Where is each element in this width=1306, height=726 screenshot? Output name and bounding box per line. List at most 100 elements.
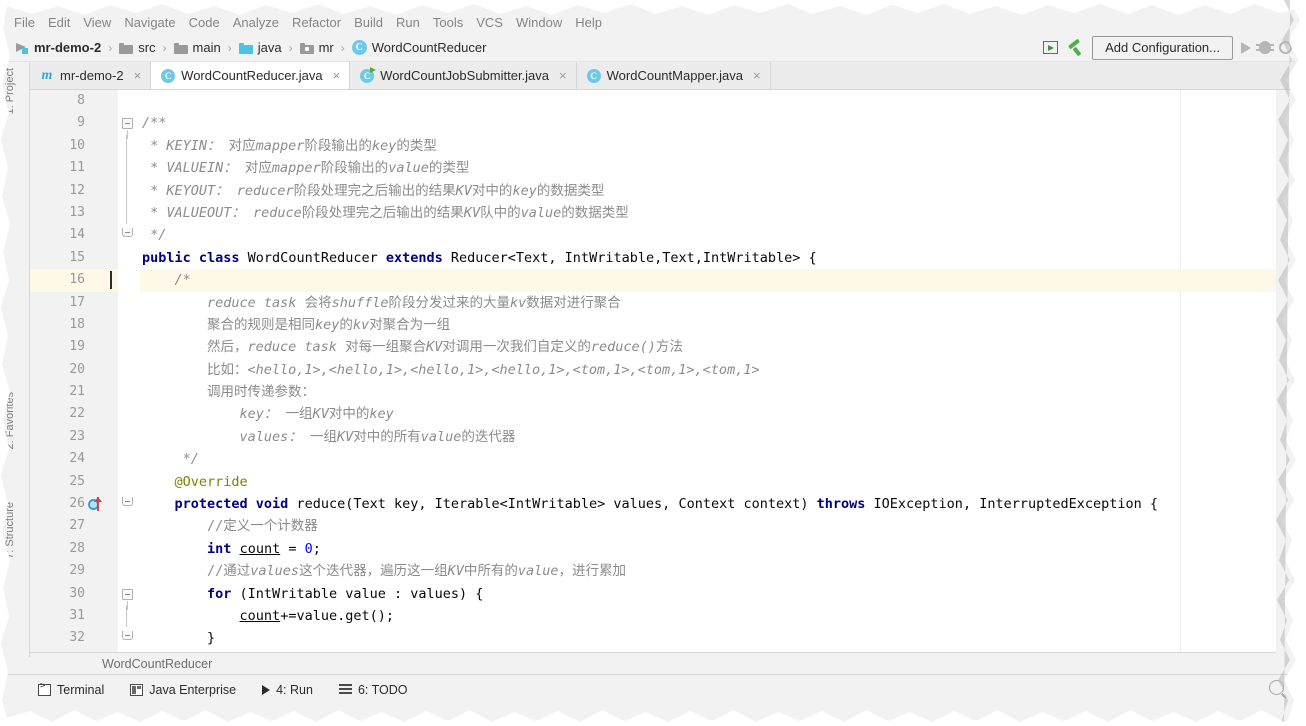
code-text[interactable] bbox=[140, 90, 1276, 112]
bottom-item-run[interactable]: 4: Run bbox=[262, 683, 313, 697]
code-text[interactable]: /** bbox=[140, 112, 1276, 134]
code-line[interactable]: 9 /** bbox=[30, 112, 1276, 140]
code-text[interactable]: 聚合的规则是相同key的kv对聚合为一组 bbox=[140, 314, 1276, 336]
code-line[interactable]: 29 //通过values这个迭代器，遍历这一组KV中所有的value，进行累加 bbox=[30, 560, 1276, 583]
fold-gutter[interactable] bbox=[118, 224, 140, 246]
fold-end-icon[interactable] bbox=[122, 228, 133, 238]
fold-gutter[interactable] bbox=[118, 604, 140, 628]
code-text[interactable]: @Override bbox=[140, 471, 1276, 493]
code-line[interactable]: 27 //定义一个计数器 bbox=[30, 515, 1276, 538]
bottom-item-java-enterprise[interactable]: Java Enterprise bbox=[130, 683, 236, 697]
code-text[interactable]: 调用时传递参数： bbox=[140, 381, 1276, 403]
code-text[interactable]: //通过values这个迭代器，遍历这一组KV中所有的value，进行累加 bbox=[140, 560, 1276, 582]
code-text[interactable]: 然后，reduce task 对每一组聚合KV对调用一次我们自定义的reduce… bbox=[140, 336, 1276, 358]
menu-item-navigate[interactable]: Navigate bbox=[124, 15, 184, 32]
fold-gutter[interactable] bbox=[118, 247, 140, 269]
fold-gutter[interactable] bbox=[118, 90, 140, 112]
fold-collapse-icon[interactable] bbox=[122, 118, 133, 140]
override-method-icon[interactable] bbox=[88, 497, 104, 512]
breadcrumb-item-project[interactable]: mr-demo-2 bbox=[16, 40, 101, 55]
menu-item-code[interactable]: Code bbox=[189, 15, 229, 32]
close-icon[interactable]: × bbox=[559, 68, 567, 83]
add-configuration-button[interactable]: Add Configuration... bbox=[1092, 35, 1233, 60]
menu-item-window[interactable]: Window bbox=[516, 15, 571, 32]
code-line[interactable]: 11 * VALUEIN： 对应mapper阶段输出的value的类型 bbox=[30, 157, 1276, 180]
fold-gutter[interactable] bbox=[118, 538, 140, 560]
code-line[interactable]: 12 * KEYOUT： reducer阶段处理完之后输出的结果KV对中的key… bbox=[30, 179, 1276, 202]
code-line[interactable]: 21 调用时传递参数： bbox=[30, 381, 1276, 404]
code-editor[interactable]: 8 9/** 10 * KEYIN： 对应mapper阶段输出的key的类型 11 … bbox=[30, 90, 1276, 652]
fold-gutter[interactable] bbox=[118, 292, 140, 314]
editor-breadcrumb[interactable]: WordCountReducer bbox=[30, 652, 1276, 674]
code-text[interactable]: /* bbox=[110, 269, 1276, 292]
hammer-icon[interactable] bbox=[1066, 39, 1084, 57]
code-text[interactable]: protected void reduce(Text key, Iterable… bbox=[140, 493, 1276, 515]
code-text[interactable]: * VALUEOUT： reduce阶段处理完之后输出的结果KV队中的value… bbox=[140, 202, 1276, 224]
menu-item-run[interactable]: Run bbox=[396, 15, 429, 32]
code-line[interactable]: 13 * VALUEOUT： reduce阶段处理完之后输出的结果KV队中的va… bbox=[30, 201, 1276, 225]
fold-gutter[interactable] bbox=[118, 515, 140, 537]
tab-mr-demo-2[interactable]: m mr-demo-2 × bbox=[30, 62, 152, 89]
code-line[interactable]: 26 protected void reduce(Text key, Itera… bbox=[30, 493, 1276, 516]
code-line[interactable]: 25 @Override bbox=[30, 470, 1276, 494]
code-line[interactable]: 8 bbox=[30, 90, 1276, 113]
fold-gutter[interactable] bbox=[118, 134, 140, 158]
menu-item-edit[interactable]: Edit bbox=[48, 15, 79, 32]
menu-item-tools[interactable]: Tools bbox=[433, 15, 472, 32]
bottom-item-terminal[interactable]: Terminal bbox=[38, 681, 104, 697]
fold-gutter[interactable] bbox=[118, 157, 140, 180]
code-text[interactable]: * VALUEIN： 对应mapper阶段输出的value的类型 bbox=[140, 157, 1276, 179]
menu-item-analyze[interactable]: Analyze bbox=[233, 15, 288, 32]
code-line[interactable]: 32 } bbox=[30, 627, 1276, 650]
breadcrumb-item-src[interactable]: src bbox=[119, 40, 156, 55]
fold-gutter[interactable] bbox=[118, 403, 140, 425]
run-configuration-icon[interactable] bbox=[1043, 41, 1059, 54]
code-text[interactable]: * KEYOUT： reducer阶段处理完之后输出的结果KV对中的key的数据… bbox=[140, 180, 1276, 202]
fold-end-icon[interactable] bbox=[122, 497, 133, 507]
fold-gutter[interactable] bbox=[118, 471, 140, 493]
close-icon[interactable]: × bbox=[333, 68, 341, 83]
code-line[interactable]: 10 * KEYIN： 对应mapper阶段输出的key的类型 bbox=[30, 134, 1276, 158]
code-line[interactable]: 19 然后，reduce task 对每一组聚合KV对调用一次我们自定义的red… bbox=[30, 336, 1276, 359]
code-text[interactable]: */ bbox=[140, 448, 1276, 470]
code-line[interactable]: 24 */ bbox=[30, 448, 1276, 471]
code-text[interactable]: int count = 0; bbox=[140, 538, 1276, 560]
code-line[interactable]: 22 key： 一组KV对中的key bbox=[30, 403, 1276, 426]
code-text[interactable]: values： 一组KV对中的所有value的迭代器 bbox=[140, 426, 1276, 448]
bottom-item-todo[interactable]: 6: TODO bbox=[338, 683, 408, 697]
code-text[interactable]: 比如：<hello,1>,<hello,1>,<hello,1>,<hello,… bbox=[140, 359, 1276, 381]
code-text[interactable]: * KEYIN： 对应mapper阶段输出的key的类型 bbox=[140, 135, 1276, 157]
tab-wordcountjobsubmitter[interactable]: C WordCountJobSubmitter.java × bbox=[350, 62, 577, 89]
bug-icon[interactable] bbox=[1256, 41, 1274, 54]
code-content[interactable]: 8 9/** 10 * KEYIN： 对应mapper阶段输出的key的类型 11 … bbox=[30, 90, 1276, 652]
menu-item-vcs[interactable]: VCS bbox=[476, 15, 512, 32]
code-line[interactable]: 16 /* bbox=[30, 269, 1276, 292]
fold-gutter[interactable] bbox=[118, 336, 140, 358]
fold-gutter[interactable] bbox=[118, 112, 140, 140]
fold-gutter[interactable] bbox=[118, 493, 140, 515]
play-icon[interactable] bbox=[1241, 41, 1251, 54]
fold-collapse-icon[interactable] bbox=[122, 588, 133, 610]
code-text[interactable]: */ bbox=[140, 224, 1276, 246]
fold-gutter[interactable] bbox=[118, 314, 140, 336]
breadcrumb-item-class[interactable]: C WordCountReducer bbox=[351, 40, 486, 55]
code-text[interactable]: } bbox=[140, 627, 1276, 649]
search-everywhere-icon[interactable] bbox=[1269, 680, 1284, 695]
close-icon[interactable]: × bbox=[134, 68, 142, 83]
code-text[interactable]: key： 一组KV对中的key bbox=[140, 403, 1276, 425]
menu-item-help[interactable]: Help bbox=[575, 15, 611, 32]
code-line[interactable]: 18 聚合的规则是相同key的kv对聚合为一组 bbox=[30, 313, 1276, 337]
tab-wordcountmapper[interactable]: C WordCountMapper.java × bbox=[576, 62, 771, 89]
code-line[interactable]: 15 public class WordCountReducer extends … bbox=[30, 246, 1276, 270]
code-line[interactable]: 28 int count = 0; bbox=[30, 537, 1276, 561]
code-line[interactable]: 30 for (IntWritable value : values) { bbox=[30, 582, 1276, 610]
tab-wordcountreducer[interactable]: C WordCountReducer.java × bbox=[151, 62, 351, 89]
code-text[interactable]: reduce task 会将shuffle阶段分发过来的大量kv数据对进行聚合 bbox=[140, 292, 1276, 314]
fold-end-icon[interactable] bbox=[122, 631, 133, 641]
fold-gutter[interactable] bbox=[118, 448, 140, 470]
code-text[interactable]: for (IntWritable value : values) { bbox=[140, 583, 1276, 605]
breadcrumb-item-package[interactable]: mr bbox=[299, 40, 334, 55]
fold-gutter[interactable] bbox=[118, 359, 140, 381]
sidebar-item-project[interactable]: 1: Project bbox=[4, 68, 16, 114]
fold-gutter[interactable] bbox=[118, 627, 140, 649]
